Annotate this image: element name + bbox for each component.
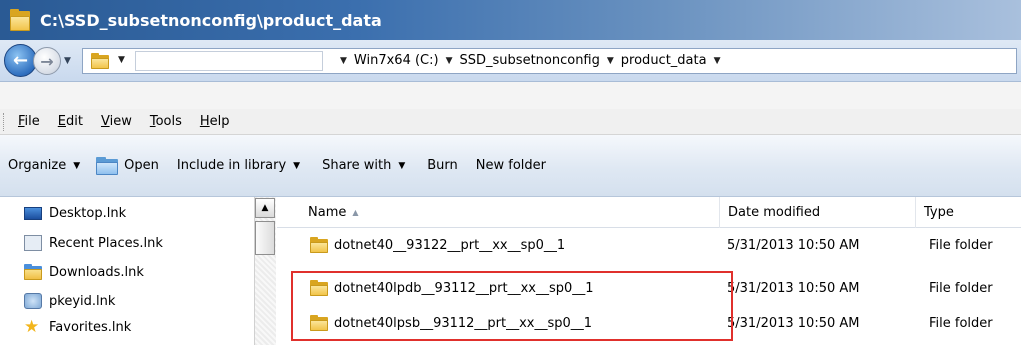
- chevron-down-icon: ▼: [293, 160, 301, 171]
- command-bar: Organize ▼ Open Include in library ▼ Share…: [0, 135, 1021, 197]
- breadcrumb: ▼ Win7x64 (C:) ▼ SSD_subsetnonconfig ▼ p…: [333, 53, 728, 68]
- navpane-scrollbar[interactable]: [254, 197, 276, 345]
- nav-item-downloads[interactable]: Downloads.lnk: [24, 264, 144, 281]
- address-input[interactable]: [135, 51, 323, 71]
- breadcrumb-item-subsetnonconfig[interactable]: SSD_subsetnonconfig: [460, 53, 600, 68]
- forward-button[interactable]: →: [33, 47, 61, 75]
- include-in-library-button[interactable]: Include in library ▼: [177, 158, 300, 173]
- recent-pages-dropdown-icon[interactable]: ▼: [64, 56, 71, 66]
- chevron-down-icon: ▼: [398, 160, 406, 171]
- file-date: 5/31/2013 10:50 AM: [727, 315, 860, 331]
- title-bar[interactable]: C:\SSD_subsetnonconfig\product_data: [0, 0, 1021, 40]
- file-date: 5/31/2013 10:50 AM: [727, 280, 860, 296]
- chevron-down-icon[interactable]: ▼: [340, 56, 347, 66]
- column-header-type[interactable]: Type: [916, 197, 1021, 228]
- file-date: 5/31/2013 10:50 AM: [727, 237, 860, 253]
- new-folder-button[interactable]: New folder: [476, 158, 546, 173]
- star-icon: ★: [24, 317, 40, 337]
- menu-edit[interactable]: Edit: [58, 114, 83, 129]
- menu-view[interactable]: View: [101, 114, 132, 129]
- open-folder-icon: [96, 156, 119, 175]
- menu-help[interactable]: Help: [200, 114, 230, 129]
- folder-icon: [10, 9, 30, 31]
- shortcut-icon: [24, 293, 42, 309]
- nav-item-desktop[interactable]: Desktop.lnk: [24, 206, 126, 221]
- forward-arrow-icon: →: [40, 51, 54, 71]
- navigation-bar: ← → ▼ ▼ ▼ Win7x64 (C:) ▼ SSD_subsetnonco…: [0, 40, 1021, 82]
- address-chevron-icon[interactable]: ▼: [118, 55, 125, 65]
- sort-ascending-icon: ▲: [352, 208, 359, 217]
- file-name: dotnet40__93122__prt__xx__sp0__1: [334, 237, 566, 253]
- menu-bar: File Edit View Tools Help: [0, 109, 1021, 135]
- burn-button[interactable]: Burn: [427, 158, 458, 173]
- recent-places-icon: [24, 235, 42, 251]
- navigation-pane: Desktop.lnk Recent Places.lnk Downloads.…: [0, 197, 276, 345]
- column-header-row: Name ▲ Date modified Type: [277, 197, 1021, 228]
- back-arrow-icon: ←: [12, 50, 29, 71]
- menu-tools[interactable]: Tools: [150, 114, 182, 129]
- breadcrumb-item-drive[interactable]: Win7x64 (C:): [354, 53, 439, 68]
- table-row[interactable]: dotnet40__93122__prt__xx__sp0__1 5/31/20…: [277, 230, 1021, 260]
- scroll-thumb[interactable]: [255, 221, 275, 255]
- file-type: File folder: [929, 315, 993, 331]
- folder-icon: [310, 237, 328, 254]
- downloads-icon: [24, 264, 42, 281]
- breadcrumb-item-product-data[interactable]: product_data: [621, 53, 707, 68]
- window-title: C:\SSD_subsetnonconfig\product_data: [40, 10, 382, 30]
- nav-item-favorites[interactable]: ★ Favorites.lnk: [24, 317, 131, 337]
- file-type: File folder: [929, 237, 993, 253]
- address-bar[interactable]: ▼ ▼ Win7x64 (C:) ▼ SSD_subsetnonconfig ▼…: [82, 48, 1017, 74]
- menu-file[interactable]: File: [18, 114, 40, 129]
- address-folder-icon: [91, 53, 109, 70]
- chevron-down-icon[interactable]: ▼: [446, 56, 453, 66]
- nav-item-recent-places[interactable]: Recent Places.lnk: [24, 235, 163, 251]
- share-with-button[interactable]: Share with ▼: [322, 158, 405, 173]
- chevron-down-icon: ▼: [73, 160, 81, 171]
- open-button[interactable]: Open: [96, 156, 159, 175]
- column-header-name[interactable]: Name ▲: [277, 197, 720, 228]
- scroll-up-arrow-icon: ▲: [261, 203, 269, 213]
- highlight-annotation-box: [291, 271, 733, 341]
- chevron-down-icon[interactable]: ▼: [714, 56, 721, 66]
- column-header-date-modified[interactable]: Date modified: [720, 197, 916, 228]
- file-type: File folder: [929, 280, 993, 296]
- nav-item-pkeyid[interactable]: pkeyid.lnk: [24, 293, 115, 309]
- toolbar-spacer: [0, 82, 1021, 109]
- chevron-down-icon[interactable]: ▼: [607, 56, 614, 66]
- scroll-up-button[interactable]: ▲: [255, 198, 275, 218]
- organize-button[interactable]: Organize ▼: [8, 158, 80, 173]
- desktop-icon: [24, 207, 42, 220]
